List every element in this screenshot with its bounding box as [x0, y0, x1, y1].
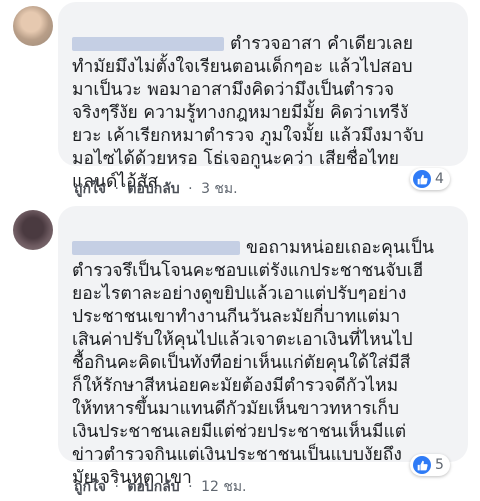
blurred-author-name[interactable]	[72, 37, 224, 51]
separator: ·	[188, 181, 193, 197]
comment-text: ขอถามหน่อยเถอะคุนเป็น ตำรวจรึเป็นโจนคะชอ…	[72, 238, 434, 488]
comment-actions: ถูกใจ · ตอบกลับ · 12 ชม.	[74, 476, 247, 498]
like-link[interactable]: ถูกใจ	[74, 181, 106, 197]
timestamp[interactable]: 3 ชม.	[201, 181, 238, 197]
like-icon	[413, 170, 431, 188]
like-link[interactable]: ถูกใจ	[74, 479, 106, 495]
reaction-count[interactable]: 5	[410, 454, 450, 476]
reply-link[interactable]: ตอบกลับ	[127, 181, 179, 197]
reaction-number: 4	[435, 171, 444, 187]
reaction-number: 5	[435, 457, 444, 473]
comment-bubble: ตำรวจอาสา คำเดียวเลย ทำมัยมึงไม่ตั้งใจเร…	[58, 2, 468, 192]
comment-2: ขอถามหน่อยเถอะคุนเป็น ตำรวจรึเป็นโจนคะชอ…	[0, 204, 480, 501]
reaction-count[interactable]: 4	[410, 168, 450, 190]
comment-text: ตำรวจอาสา คำเดียวเลย ทำมัยมึงไม่ตั้งใจเร…	[72, 34, 424, 192]
separator: ·	[114, 181, 119, 197]
comment-bubble: ขอถามหน่อยเถอะคุนเป็น ตำรวจรึเป็นโจนคะชอ…	[58, 206, 468, 488]
reply-link[interactable]: ตอบกลับ	[127, 479, 179, 495]
like-icon	[413, 456, 431, 474]
timestamp[interactable]: 12 ชม.	[201, 479, 246, 495]
blurred-author-name[interactable]	[72, 241, 240, 255]
avatar[interactable]	[13, 6, 53, 46]
separator: ·	[114, 479, 119, 495]
avatar[interactable]	[13, 210, 53, 250]
separator: ·	[188, 479, 193, 495]
comment-1: ตำรวจอาสา คำเดียวเลย ทำมัยมึงไม่ตั้งใจเร…	[0, 0, 480, 200]
comment-actions: ถูกใจ · ตอบกลับ · 3 ชม.	[74, 178, 238, 200]
